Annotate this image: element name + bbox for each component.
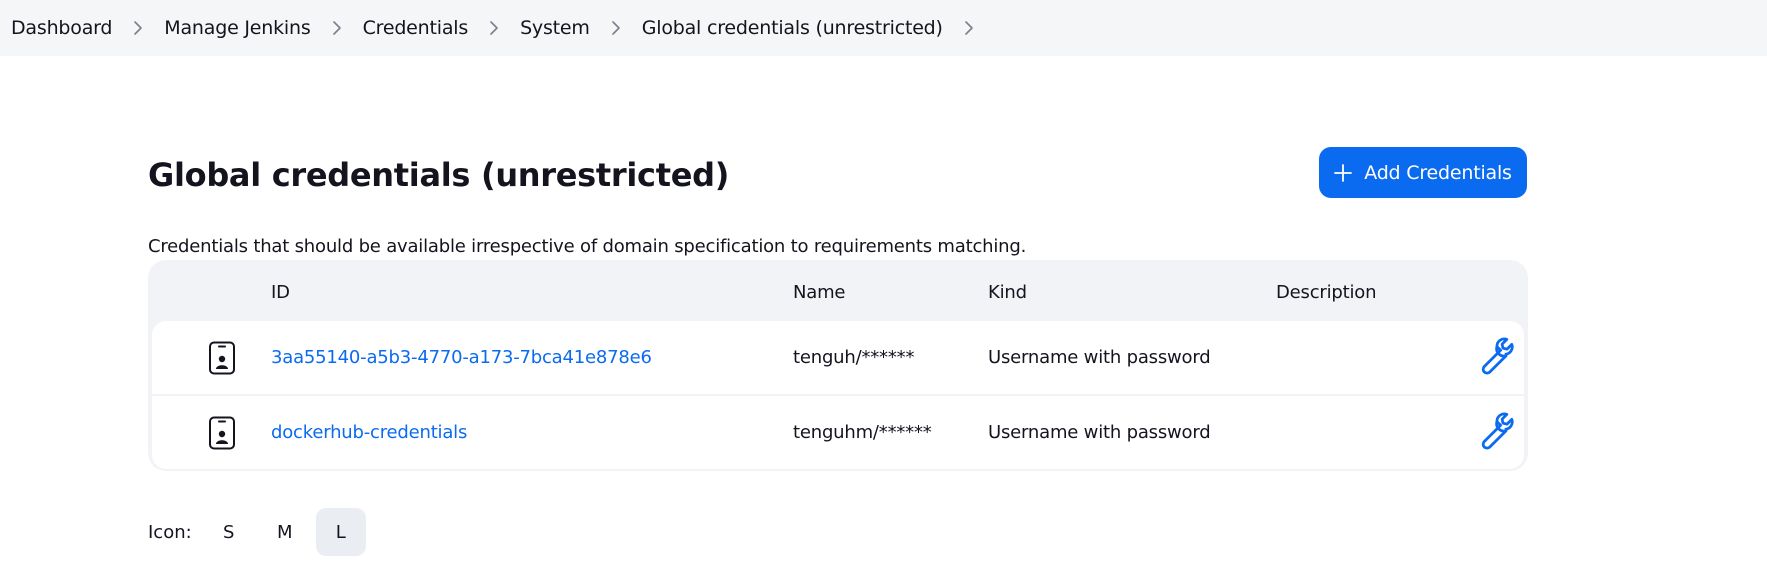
table-row: dockerhub-credentials tenguhm/****** Use…	[152, 396, 1524, 469]
chevron-right-icon[interactable]	[590, 20, 642, 36]
table-header: ID Name Kind Description	[152, 260, 1524, 321]
breadcrumb-system[interactable]: System	[520, 17, 590, 39]
wrench-icon[interactable]	[1470, 335, 1514, 379]
breadcrumb-global-credentials[interactable]: Global credentials (unrestricted)	[642, 17, 943, 39]
icon-size-selector: Icon: S M L	[148, 508, 372, 556]
id-badge-icon	[208, 321, 236, 394]
credential-kind: Username with password	[988, 422, 1211, 443]
breadcrumb: Dashboard Manage Jenkins Credentials Sys…	[0, 0, 1767, 56]
chevron-right-icon[interactable]	[468, 20, 520, 36]
icon-size-label: Icon:	[148, 521, 192, 543]
credential-id-link[interactable]: dockerhub-credentials	[271, 422, 467, 443]
credential-id-link[interactable]: 3aa55140-a5b3-4770-a173-7bca41e878e6	[271, 347, 652, 368]
id-badge-icon	[208, 396, 236, 469]
table-row: 3aa55140-a5b3-4770-a173-7bca41e878e6 ten…	[152, 321, 1524, 394]
icon-size-large[interactable]: L	[315, 508, 366, 556]
header-description: Description	[1276, 282, 1377, 303]
add-credentials-label: Add Credentials	[1364, 161, 1512, 184]
page-description: Credentials that should be available irr…	[148, 236, 1027, 257]
credentials-table: ID Name Kind Description 3aa55140-a5b3-4…	[148, 260, 1528, 471]
chevron-right-icon[interactable]	[112, 20, 164, 36]
icon-size-medium[interactable]: M	[260, 508, 310, 556]
credential-name: tenguh/******	[793, 347, 915, 368]
add-credentials-button[interactable]: Add Credentials	[1319, 147, 1527, 198]
header-kind: Kind	[988, 282, 1027, 303]
credential-name: tenguhm/******	[793, 422, 932, 443]
header-id: ID	[271, 282, 290, 303]
chevron-right-icon[interactable]	[943, 20, 995, 36]
page-title: Global credentials (unrestricted)	[148, 156, 730, 194]
header-name: Name	[793, 282, 846, 303]
wrench-icon[interactable]	[1470, 410, 1514, 454]
icon-size-small[interactable]: S	[204, 508, 254, 556]
breadcrumb-dashboard[interactable]: Dashboard	[11, 17, 112, 39]
chevron-right-icon[interactable]	[311, 20, 363, 36]
breadcrumb-credentials[interactable]: Credentials	[363, 17, 469, 39]
breadcrumb-manage-jenkins[interactable]: Manage Jenkins	[164, 17, 310, 39]
plus-icon	[1334, 163, 1353, 182]
credential-kind: Username with password	[988, 347, 1211, 368]
